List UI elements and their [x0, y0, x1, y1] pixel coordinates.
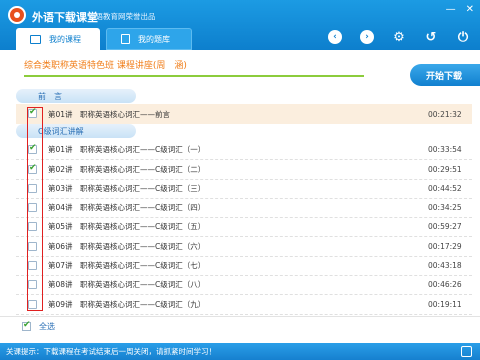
lesson-title: 职称英语核心词汇——C级词汇（一） [80, 145, 206, 154]
refresh-icon[interactable]: ↺ [424, 30, 438, 45]
lesson-duration: 00:44:52 [428, 184, 462, 193]
start-download-button[interactable]: 开始下载 [410, 64, 480, 86]
app-logo-icon [8, 6, 26, 24]
lesson-title: 职称英语核心词汇——C级词汇（九） [80, 300, 206, 309]
app-header: 外语下载课堂 外语教育网荣誉出品 — ✕ 我的课程 我的题库 ‹ › ⚙ ↺ ⏻ [0, 0, 480, 50]
lesson-duration: 00:29:51 [428, 165, 462, 174]
select-all-label: 全选 [39, 322, 55, 331]
lesson-number: 第01讲 [48, 109, 73, 119]
lesson-duration: 00:34:25 [428, 203, 462, 212]
lesson-number: 第09讲 [48, 300, 73, 309]
settings-icon[interactable]: ⚙ [392, 30, 406, 45]
lesson-duration: 00:17:29 [428, 242, 462, 251]
lesson-title: 职称英语核心词汇——C级词汇（五） [80, 222, 206, 231]
close-icon[interactable]: ✕ [466, 4, 474, 15]
tab-my-question-bank[interactable]: 我的题库 [106, 28, 192, 50]
list-item[interactable]: 第01讲 职称英语核心词汇——C级词汇（一） 00:33:54 [16, 140, 472, 160]
footer-window-icon[interactable] [461, 346, 472, 357]
lesson-duration: 00:59:27 [428, 222, 462, 231]
list-item[interactable]: 第03讲 职称英语核心词汇——C级词汇（三） 00:44:52 [16, 179, 472, 199]
list-item[interactable]: 第01讲 职称英语核心词汇——前言 00:21:32 [16, 104, 472, 124]
list-item[interactable]: 第06讲 职称英语核心词汇——C级词汇（六） 00:17:29 [16, 237, 472, 257]
divider [0, 316, 480, 317]
lesson-duration: 00:43:18 [428, 261, 462, 270]
list-item[interactable]: 第02讲 职称英语核心词汇——C级词汇（二） 00:29:51 [16, 160, 472, 180]
app-subtitle: 外语教育网荣誉出品 [88, 12, 156, 21]
lesson-number: 第04讲 [48, 203, 73, 212]
section-header-preface[interactable]: 前 言 [16, 89, 136, 103]
list-item[interactable]: 第05讲 职称英语核心词汇——C级词汇（五） 00:59:27 [16, 217, 472, 237]
list-item[interactable]: 第04讲 职称英语核心词汇——C级词汇（四） 00:34:25 [16, 198, 472, 218]
lesson-title: 职称英语核心词汇——C级词汇（七） [80, 261, 206, 270]
lesson-number: 第06讲 [48, 242, 73, 251]
minimize-icon[interactable]: — [446, 4, 456, 15]
course-title: 综合类职称英语特色班 课程讲座(周 涵) [24, 58, 364, 77]
book-icon [121, 34, 130, 44]
list-item[interactable]: 第09讲 职称英语核心词汇——C级词汇（九） 00:19:11 [16, 295, 472, 315]
lesson-number: 第08讲 [48, 280, 73, 289]
window-controls: — ✕ [446, 4, 474, 15]
lesson-number: 第03讲 [48, 184, 73, 193]
back-icon[interactable]: ‹ [328, 30, 342, 44]
lesson-title: 职称英语核心词汇——C级词汇（三） [80, 184, 206, 193]
checkbox-highlight-annotation [27, 107, 43, 311]
toolbar-nav: ‹ › ⚙ ↺ ⏻ [328, 30, 470, 45]
lesson-list: 前 言 第01讲 职称英语核心词汇——前言 00:21:32 C级词汇讲解 第0… [16, 86, 480, 318]
monitor-icon [30, 34, 41, 44]
select-all-checkbox[interactable]: 全选 [22, 320, 55, 332]
forward-icon[interactable]: › [360, 30, 374, 44]
list-item[interactable]: 第07讲 职称英语核心词汇——C级词汇（七） 00:43:18 [16, 256, 472, 276]
lesson-number: 第07讲 [48, 261, 73, 270]
lesson-number: 第01讲 [48, 145, 73, 154]
lesson-number: 第02讲 [48, 165, 73, 174]
tab-my-courses[interactable]: 我的课程 [16, 28, 100, 50]
footer-text: 关课提示：下载课程在考试结束后一周关闭，请抓紧时间学习！ [6, 347, 216, 356]
lesson-title: 职称英语核心词汇——C级词汇（八） [80, 280, 206, 289]
lesson-title: 职称英语核心词汇——C级词汇（六） [80, 242, 206, 251]
lesson-title: 职称英语核心词汇——C级词汇（四） [80, 203, 206, 212]
power-icon[interactable]: ⏻ [456, 30, 470, 45]
tab-label: 我的题库 [138, 34, 170, 44]
lesson-duration: 00:19:11 [428, 300, 462, 309]
tab-label: 我的课程 [49, 34, 81, 44]
lesson-title: 职称英语核心词汇——前言 [80, 109, 170, 119]
checkbox-icon [22, 320, 31, 331]
list-item[interactable]: 第08讲 职称英语核心词汇——C级词汇（八） 00:46:26 [16, 275, 472, 295]
lesson-title: 职称英语核心词汇——C级词汇（二） [80, 165, 206, 174]
lesson-number: 第05讲 [48, 222, 73, 231]
footer-notice: 关课提示：下载课程在考试结束后一周关闭，请抓紧时间学习！ [0, 343, 480, 360]
lesson-duration: 00:33:54 [428, 145, 462, 154]
lesson-duration: 00:46:26 [428, 280, 462, 289]
lesson-duration: 00:21:32 [428, 109, 462, 119]
